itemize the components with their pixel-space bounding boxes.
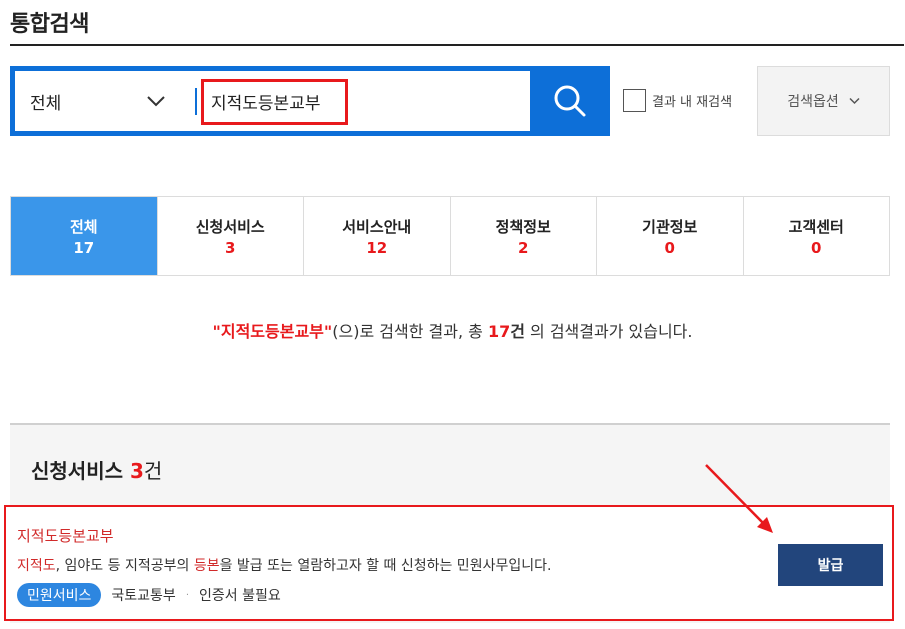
research-label: 결과 내 재검색 <box>652 95 733 110</box>
summary-close-quote: " <box>323 322 333 341</box>
search-options-label: 검색옵션 <box>787 94 839 110</box>
summary-query: 지적도등본교부 <box>220 322 324 341</box>
tab-label: 고객센터 <box>788 217 844 236</box>
section-unit: 건 <box>143 459 163 483</box>
tab-count: 3 <box>225 238 236 257</box>
agency-name: 국토교통부 <box>111 588 176 604</box>
category-tabs: 전체 17 신청서비스 3 서비스안내 12 정책정보 2 기관정보 0 고객센… <box>10 196 890 276</box>
tab-label: 전체 <box>69 217 98 236</box>
meta-separator: · <box>185 589 189 601</box>
issue-button[interactable]: 발급 <box>778 544 883 586</box>
chevron-down-icon <box>849 97 860 105</box>
result-description: 지적도, 임야도 등 지적공부의 등본을 발급 또는 열람하고자 할 때 신청하… <box>17 555 551 575</box>
summary-count: 17 <box>487 322 511 341</box>
certificate-requirement: 인증서 불필요 <box>199 588 281 604</box>
scope-select[interactable]: 전체 <box>15 71 190 131</box>
tab-label: 서비스안내 <box>342 217 412 236</box>
section-title-label: 신청서비스 <box>31 459 123 483</box>
title-divider <box>10 44 904 46</box>
summary-open-quote: " <box>212 322 221 341</box>
search-options-button[interactable]: 검색옵션 <box>757 66 890 136</box>
tab-label: 신청서비스 <box>195 217 265 236</box>
input-divider <box>195 88 197 115</box>
tab-count: 0 <box>811 238 822 257</box>
tab-label: 정책정보 <box>495 217 551 236</box>
page-title: 통합검색 <box>10 12 89 37</box>
tab-count: 17 <box>73 238 95 257</box>
tab-count: 2 <box>518 238 529 257</box>
tab-policy-info[interactable]: 정책정보 2 <box>450 197 597 275</box>
tab-all[interactable]: 전체 17 <box>11 197 158 275</box>
desc-text: 을 발급 또는 열람하고자 할 때 신청하는 민원사무입니다. <box>219 558 552 574</box>
tab-agency-info[interactable]: 기관정보 0 <box>597 197 744 275</box>
desc-text: , 임야도 등 지적공부의 <box>55 558 194 574</box>
search-summary: "지적도등본교부"(으)로 검색한 결과, 총 17건 의 검색결과가 있습니다… <box>0 318 905 342</box>
tab-label: 기관정보 <box>642 217 698 236</box>
tab-count: 0 <box>664 238 675 257</box>
section-title: 신청서비스 3건 <box>31 455 162 484</box>
desc-highlight: 등본 <box>193 558 220 574</box>
search-input-area: 전체 <box>15 71 530 131</box>
tab-customer-center[interactable]: 고객센터 0 <box>743 197 889 275</box>
tab-application-services[interactable]: 신청서비스 3 <box>157 197 304 275</box>
desc-highlight: 지적도 <box>17 558 56 574</box>
result-meta: 민원서비스 국토교통부 · 인증서 불필요 <box>17 583 281 607</box>
category-badge: 민원서비스 <box>17 583 102 607</box>
summary-unit: 건 <box>510 322 525 341</box>
search-input[interactable] <box>205 83 345 119</box>
search-button[interactable] <box>530 66 610 136</box>
search-bar: 전체 <box>10 66 610 136</box>
summary-text: (으)로 검색한 결과, 총 <box>332 322 488 341</box>
tab-service-guide[interactable]: 서비스안내 12 <box>304 197 451 275</box>
summary-text: 의 검색결과가 있습니다. <box>524 322 693 341</box>
chevron-down-icon <box>147 96 165 107</box>
scope-select-value: 전체 <box>30 93 62 114</box>
search-icon <box>554 85 586 117</box>
tab-count: 12 <box>366 238 388 257</box>
section-count: 3 <box>129 459 144 483</box>
research-checkbox[interactable]: 결과 내 재검색 <box>623 89 732 112</box>
result-title-link[interactable]: 지적도등본교부 <box>17 525 114 546</box>
checkbox-box[interactable] <box>623 89 646 112</box>
result-item: 지적도등본교부 지적도, 임야도 등 지적공부의 등본을 발급 또는 열람하고자… <box>4 505 894 621</box>
